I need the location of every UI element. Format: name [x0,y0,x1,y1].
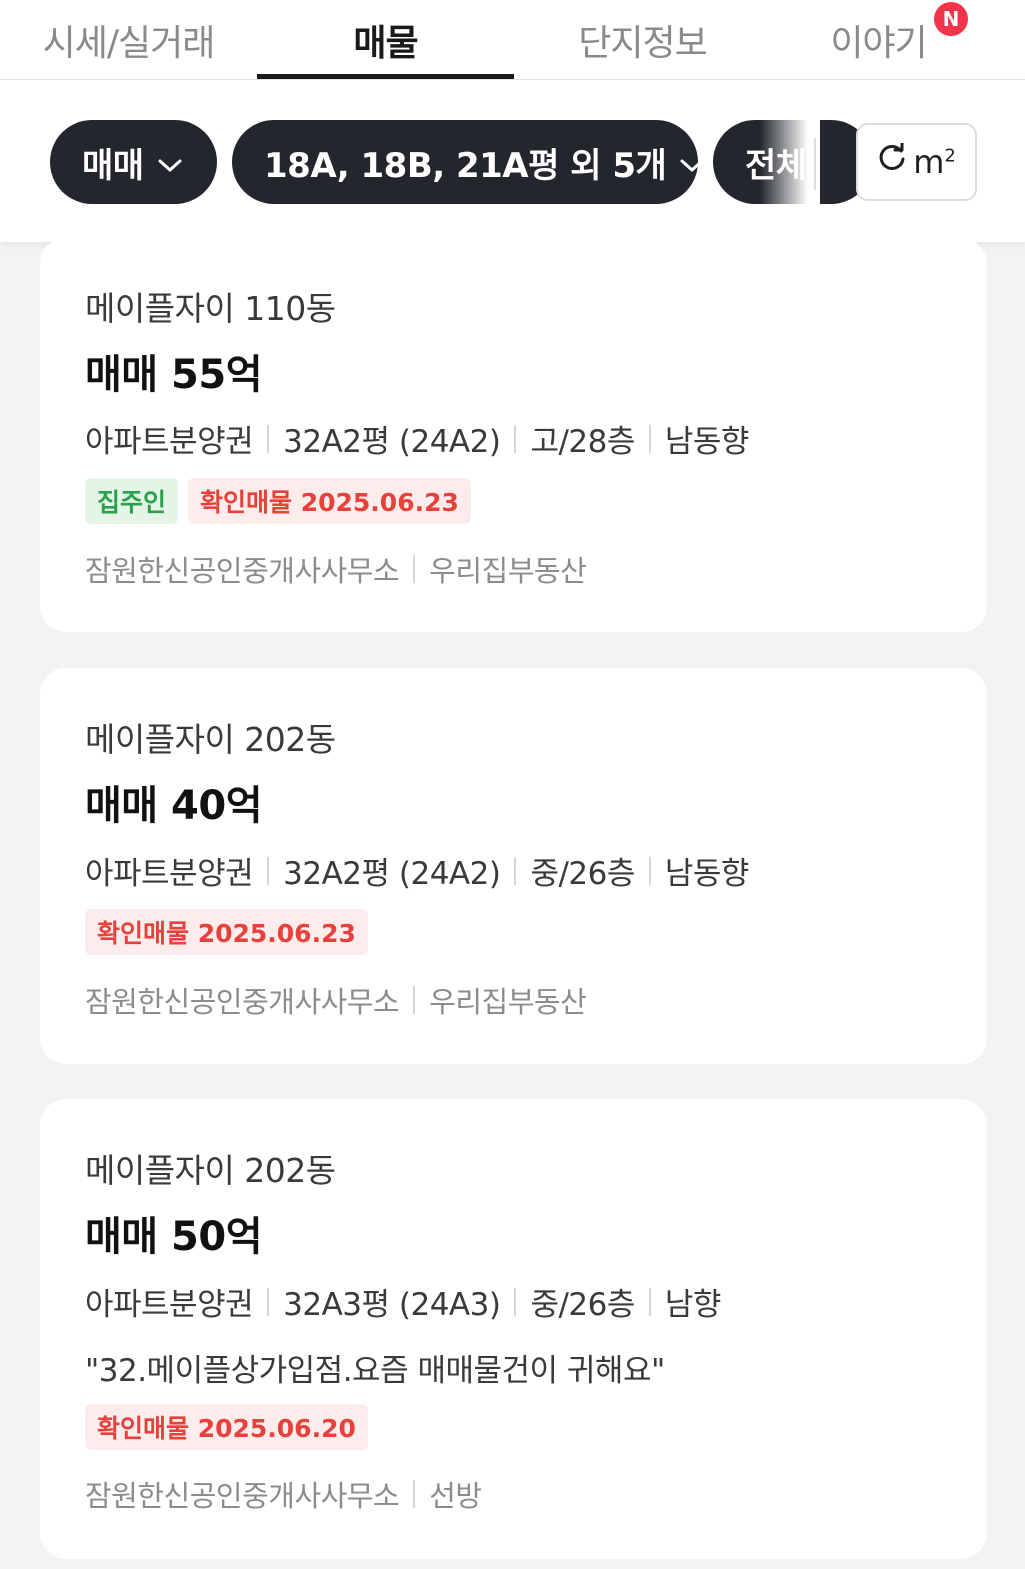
listing-price: 매매 55억 [85,352,263,398]
top-tab-bar: 시세/실거래 매물 단지정보 이야기 N [0,0,1025,80]
listing-agents: 잠원한신공인중개사사무소 우리집부동산 [85,985,587,1019]
listing-tags: 확인매물 2025.06.20 [85,1404,368,1450]
owner-badge: 집주인 [85,478,179,524]
active-tab-indicator [257,74,514,79]
listing-note: "32.메이플상가입점.요즘 매매물건이 귀해요" [85,1353,665,1389]
listing-price: 매매 40억 [85,783,263,829]
listing-tags: 집주인 확인매물 2025.06.23 [85,478,471,524]
filter-bar: 매매 18A, 18B, 21A평 외 5개 전체 m2 [0,80,1025,242]
unit-label: m2 [913,143,956,181]
listing-price: 매매 50억 [85,1214,263,1260]
verified-badge: 확인매물 2025.06.20 [85,1404,368,1450]
trade-type-filter[interactable]: 매매 [50,120,217,204]
listing-specs: 아파트분양권 32A3평 (24A3) 중/26층 남향 [85,1287,721,1323]
listing-agents: 잠원한신공인중개사사무소 선방 [85,1479,482,1513]
listing-title: 메이플자이 202동 [85,1151,336,1190]
listing-card[interactable]: 메이플자이 110동 매매 55억 아파트분양권 32A2평 (24A2) 고/… [40,238,987,632]
chevron-down-icon [680,142,704,182]
size-filter[interactable]: 18A, 18B, 21A평 외 5개 [232,120,704,204]
listing-specs: 아파트분양권 32A2평 (24A2) 중/26층 남동향 [85,856,749,892]
trade-type-label: 매매 [82,145,144,186]
listing-card[interactable]: 메이플자이 202동 매매 50억 아파트분양권 32A3평 (24A3) 중/… [40,1099,987,1559]
verified-badge: 확인매물 2025.06.23 [188,478,471,524]
divider [814,138,816,190]
listing-tags: 확인매물 2025.06.23 [85,909,368,955]
tab-price-history[interactable]: 시세/실거래 [0,0,257,80]
listing-title: 메이플자이 110동 [85,289,336,328]
listing-title: 메이플자이 202동 [85,720,336,759]
new-badge: N [934,2,968,36]
refresh-icon [877,141,907,181]
size-filter-label: 18A, 18B, 21A평 외 5개 [264,145,667,186]
chevron-down-icon [158,142,182,182]
listing-card[interactable]: 메이플자이 202동 매매 40억 아파트분양권 32A2평 (24A2) 중/… [40,668,987,1064]
verified-badge: 확인매물 2025.06.23 [85,909,368,955]
tab-listings[interactable]: 매물 [257,0,514,80]
scroll-fade [760,110,820,220]
unit-toggle-button[interactable]: m2 [856,123,977,201]
listing-agents: 잠원한신공인중개사사무소 우리집부동산 [85,554,587,588]
tab-complex-info[interactable]: 단지정보 [514,0,771,80]
listing-specs: 아파트분양권 32A2평 (24A2) 고/28층 남동향 [85,424,749,460]
